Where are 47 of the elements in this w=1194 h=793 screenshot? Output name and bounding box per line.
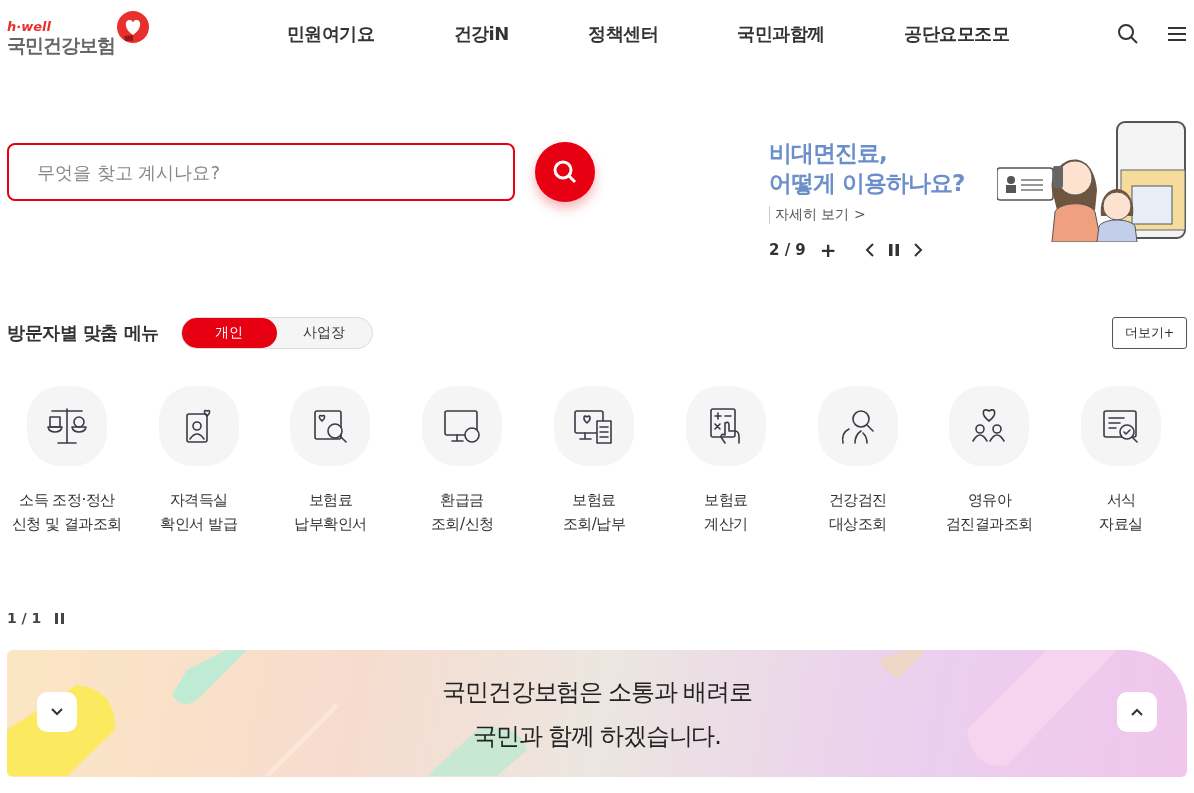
menu-icon-tile[interactable] <box>290 386 371 466</box>
section-title: 방문자별 맞춤 메뉴 <box>7 321 159 345</box>
search-field[interactable]: 무엇을 찾고 계시나요? <box>7 143 515 201</box>
menu-icon-tile[interactable] <box>422 386 503 466</box>
menu-icon-tile[interactable] <box>1081 386 1162 466</box>
nav-link[interactable]: 정책센터 <box>588 22 659 46</box>
next-icon[interactable] <box>912 243 923 257</box>
menu-item-label[interactable]: 보험료 납부확인서 <box>294 488 367 536</box>
menu-icon-tile[interactable] <box>554 386 634 466</box>
menu-icon-tile[interactable] <box>685 386 766 466</box>
visitor-tab[interactable]: 사업장 <box>276 318 372 348</box>
logo-tagline: h·well <box>7 20 52 34</box>
menu-item-label[interactable]: 서식 자료실 <box>1099 488 1143 536</box>
chevron-up-icon <box>1131 708 1143 716</box>
nav-link[interactable]: 국민과함께 <box>737 22 825 46</box>
menu-icon-tile[interactable] <box>26 386 107 466</box>
heart-bubble-icon <box>115 10 151 46</box>
nav-link[interactable]: 공단요모조모 <box>904 22 1010 46</box>
nav-link[interactable]: 건강iN <box>453 22 509 46</box>
logo-name[interactable]: 국민건강보험 <box>7 34 167 56</box>
menu-item-label[interactable]: 건강검진 대상조회 <box>828 488 887 536</box>
menu-item-label[interactable]: 환급금 조회/신청 <box>430 488 494 536</box>
menu-icon-tile[interactable] <box>817 386 898 466</box>
search-button[interactable] <box>535 142 595 202</box>
page-counter: 1 / 1 <box>7 610 42 626</box>
chevron-down-icon <box>51 708 63 716</box>
search-icon[interactable] <box>1117 23 1139 45</box>
add-button[interactable]: + <box>819 240 837 260</box>
slogan-text: 국민건강보험은 소통과 배려로 국민과 함께 하겠습니다. <box>442 676 752 752</box>
menu-icon[interactable] <box>1167 26 1187 42</box>
menu-item-label[interactable]: 소득 조정·정산 신청 및 결과조회 <box>11 488 122 536</box>
menu-item-label[interactable]: 보험료 계산기 <box>704 488 748 536</box>
menu-item-label[interactable]: 영유아 검진결과조회 <box>945 488 1033 536</box>
menu-icon-tile[interactable] <box>158 386 239 466</box>
slide-counter: 2 / 9 <box>769 241 806 259</box>
nav-link[interactable]: 민원여기요 <box>286 22 375 46</box>
details-link[interactable]: 자세히 보기 > <box>769 206 993 224</box>
more-button[interactable]: 더보기+ <box>1112 317 1187 349</box>
menu-icon-tile[interactable] <box>949 386 1030 466</box>
pause-icon[interactable] <box>888 244 899 256</box>
visitor-tab[interactable]: 개인 <box>181 318 277 348</box>
pause-icon[interactable] <box>55 612 65 624</box>
promo-title: 비대면진료, 어떻게 이용하나요? <box>769 139 966 198</box>
search-icon <box>552 159 578 185</box>
menu-item-label[interactable]: 보험료 조회/납부 <box>562 488 626 536</box>
menu-item-label[interactable]: 자격득실 확인서 발급 <box>160 488 238 536</box>
previous-icon[interactable] <box>864 243 875 257</box>
